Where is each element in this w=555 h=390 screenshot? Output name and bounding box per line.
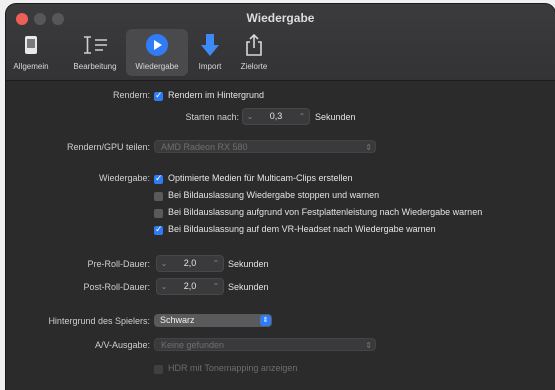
stepper-down-icon[interactable]: ⌄ (157, 279, 171, 294)
title-bar: Wiedergabe Allgemein Bearbeitung Wiederg… (6, 4, 555, 81)
hdr-checkbox (154, 365, 163, 374)
play-icon (126, 32, 188, 58)
starten-nach-label: Starten nach: (185, 112, 239, 122)
starten-nach-unit: Sekunden (315, 112, 356, 122)
select-arrows-icon[interactable]: ⇕ (260, 315, 271, 326)
av-ausgabe-select: Keine gefunden ⇕ (154, 338, 376, 351)
wiedergabe-option-checkbox[interactable] (154, 224, 163, 235)
toolbar-item-allgemein[interactable]: Allgemein (10, 29, 52, 76)
wiedergabe-option-checkbox[interactable] (154, 192, 163, 201)
av-ausgabe-select-value: Keine gefunden (161, 340, 225, 350)
share-icon (234, 32, 274, 58)
gpu-label: Rendern/GPU teilen: (66, 142, 150, 152)
hintergrund-select-value: Schwarz (160, 315, 195, 325)
select-arrows-icon: ⇕ (365, 143, 372, 152)
select-arrows-icon: ⇕ (365, 341, 372, 350)
stepper-up-icon[interactable]: ⌃ (209, 256, 223, 271)
stepper-up-icon[interactable]: ⌃ (209, 279, 223, 294)
stepper-up-icon[interactable]: ⌃ (295, 109, 309, 124)
wiedergabe-option-label: Optimierte Medien für Multicam-Clips ers… (168, 173, 353, 183)
preroll-stepper[interactable]: ⌄ 2,0 ⌃ (156, 255, 224, 272)
postroll-value[interactable]: 2,0 (173, 279, 207, 294)
phone-icon (10, 32, 52, 58)
download-arrow-icon (191, 32, 229, 58)
av-ausgabe-label: A/V-Ausgabe: (94, 340, 150, 350)
edit-timeline-icon (64, 32, 126, 58)
hdr-label: HDR mit Tonemapping anzeigen (168, 363, 298, 373)
starten-nach-value[interactable]: 0,3 (259, 109, 293, 124)
postroll-unit: Sekunden (228, 282, 269, 292)
stepper-down-icon[interactable]: ⌄ (157, 256, 171, 271)
preroll-unit: Sekunden (228, 259, 269, 269)
toolbar-item-zielorte[interactable]: Zielorte (234, 29, 274, 76)
hintergrund-label: Hintergrund des Spielers: (48, 316, 150, 326)
wiedergabe-option-label: Bei Bildauslassung aufgrund von Festplat… (168, 207, 483, 217)
wiedergabe-option-label: Bei Bildauslassung Wiedergabe stoppen un… (168, 190, 380, 200)
toolbar-item-bearbeitung[interactable]: Bearbeitung (64, 29, 126, 76)
preroll-value[interactable]: 2,0 (173, 256, 207, 271)
window-title: Wiedergabe (246, 11, 315, 25)
stepper-down-icon[interactable]: ⌄ (243, 109, 257, 124)
starten-nach-stepper[interactable]: ⌄ 0,3 ⌃ (242, 108, 310, 125)
preroll-label: Pre-Roll-Dauer: (87, 259, 150, 269)
preferences-window: Wiedergabe Allgemein Bearbeitung Wiederg… (6, 4, 555, 390)
wiedergabe-option-label: Bei Bildauslassung auf dem VR-Headset na… (168, 224, 436, 234)
rendern-im-hintergrund-checkbox[interactable] (154, 90, 163, 101)
gpu-select-value: AMD Radeon RX 580 (161, 142, 248, 152)
hintergrund-select[interactable]: Schwarz ⇕ (154, 314, 272, 327)
gpu-select: AMD Radeon RX 580 ⇕ (154, 140, 376, 153)
rendern-im-hintergrund-label: Rendern im Hintergrund (168, 90, 265, 100)
rendern-label: Rendern: (112, 90, 150, 100)
wiedergabe-option-checkbox[interactable] (154, 209, 163, 218)
wiedergabe-option-checkbox[interactable] (154, 173, 163, 184)
postroll-stepper[interactable]: ⌄ 2,0 ⌃ (156, 278, 224, 295)
toolbar-item-wiedergabe[interactable]: Wiedergabe (126, 29, 188, 76)
toolbar-item-import[interactable]: Import (191, 29, 229, 76)
wiedergabe-label: Wiedergabe: (98, 173, 150, 183)
postroll-label: Post-Roll-Dauer: (83, 282, 150, 292)
